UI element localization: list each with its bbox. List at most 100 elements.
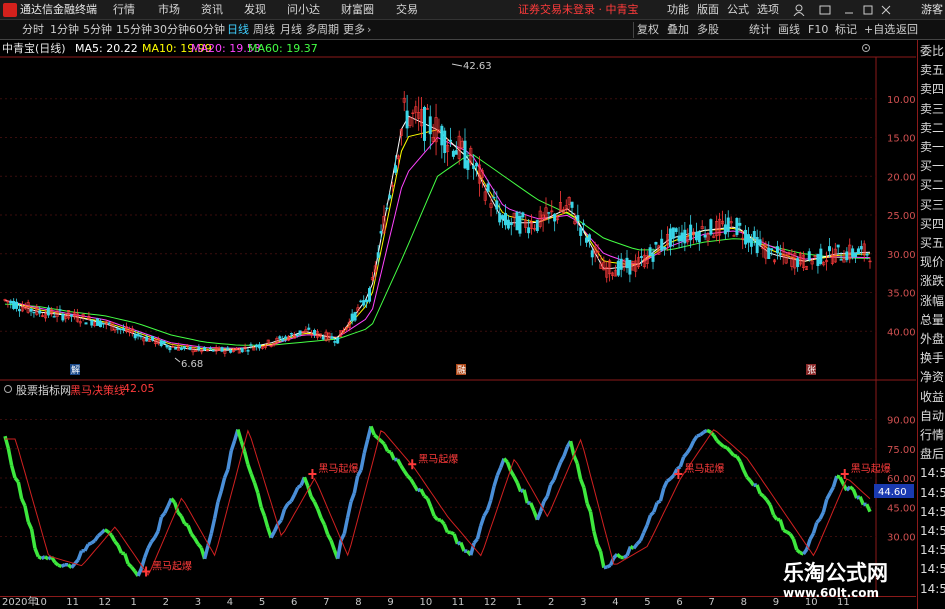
side-panel-item[interactable]: 买四 [920, 216, 944, 232]
menu-item-shichang[interactable]: 市场 [158, 3, 180, 17]
close-icon[interactable] [880, 4, 892, 16]
side-panel-item[interactable]: 14:50 [920, 581, 945, 597]
candle-body [443, 130, 447, 154]
period-30min[interactable]: 30分钟 [153, 23, 189, 37]
indicator-rise-segment [345, 501, 353, 518]
candle-body [405, 110, 409, 129]
back-button[interactable]: 返回 [896, 23, 918, 37]
side-panel-item[interactable]: 自动 [920, 408, 944, 424]
period-daily[interactable]: 日线 [227, 23, 249, 37]
period-monthly[interactable]: 月线 [280, 23, 302, 37]
side-panel-item[interactable]: 盘后 [920, 446, 944, 462]
indicator-fall-segment [848, 485, 855, 491]
side-panel-item[interactable]: 外盘 [920, 331, 944, 347]
indicator-rise-segment [666, 477, 672, 483]
side-panel-item[interactable]: 买五 [920, 235, 944, 251]
side-panel-item[interactable]: 买一 [920, 158, 944, 174]
login-status[interactable]: 证券交易未登录 · 中青宝 [518, 3, 639, 17]
indicator-fall-segment [865, 503, 872, 513]
side-panel-item[interactable]: 收益 [920, 389, 944, 405]
side-panel-item[interactable]: 现价 [920, 254, 944, 270]
marker-zhang[interactable]: 张 [807, 365, 816, 376]
indicator-fall-segment [738, 460, 746, 471]
side-panel-item[interactable]: 卖二 [920, 120, 944, 136]
side-panel-item[interactable]: 涨跌 [920, 273, 944, 289]
side-panel-item[interactable]: 14:50 [920, 542, 945, 558]
side-panel-item[interactable]: 卖三 [920, 101, 944, 117]
menu-item-gongshi[interactable]: 公式 [727, 3, 749, 17]
side-panel-item[interactable]: 委比 [920, 43, 944, 59]
menu-item-xuanxiang[interactable]: 选项 [757, 3, 779, 17]
date-tick-label: 5 [644, 597, 651, 608]
period-multi[interactable]: 多周期 [306, 23, 339, 37]
period-15min[interactable]: 15分钟 [116, 23, 152, 37]
date-tick-label: 12 [98, 597, 112, 608]
period-fenshi[interactable]: 分时 [22, 23, 44, 37]
indicator-fall-segment [450, 530, 455, 536]
menu-item-gongneng[interactable]: 功能 [667, 3, 689, 17]
side-panel-item[interactable]: 总量 [920, 312, 944, 328]
menu-item-faxian[interactable]: 发现 [244, 3, 266, 17]
watermark-title: 乐淘公式网 [783, 561, 888, 585]
fuquan-button[interactable]: 复权 [637, 23, 659, 37]
indicator-fall-segment [412, 484, 420, 492]
maximize-icon[interactable] [862, 4, 874, 16]
guest-label[interactable]: 游客 [921, 3, 943, 17]
side-panel-item[interactable]: 卖五 [920, 62, 944, 78]
candle-body [521, 212, 525, 218]
minimize-icon[interactable] [843, 4, 855, 16]
multi-stock-button[interactable]: 多股 [697, 23, 719, 37]
period-60min[interactable]: 60分钟 [189, 23, 225, 37]
marker-rong[interactable]: 融 [457, 365, 466, 376]
overlay-button[interactable]: 叠加 [667, 23, 689, 37]
draw-line-button[interactable]: 画线 [778, 23, 800, 37]
period-5min[interactable]: 5分钟 [83, 23, 112, 37]
side-panel-item[interactable]: 买三 [920, 197, 944, 213]
candle-body [738, 222, 742, 226]
period-1min[interactable]: 1分钟 [50, 23, 79, 37]
side-panel-item[interactable]: 买二 [920, 177, 944, 193]
side-panel-item[interactable]: 14:50 [920, 465, 945, 481]
mark-button[interactable]: 标记 [835, 23, 857, 37]
indicator-fall-segment [588, 511, 596, 532]
stats-button[interactable]: 统计 [749, 23, 771, 37]
side-panel-item[interactable]: 14:50 [920, 485, 945, 501]
indicator-rise-segment [146, 541, 153, 550]
side-panel-item[interactable]: 涨幅 [920, 293, 944, 309]
price-tick-label: 35.00 [887, 289, 916, 300]
marker-jie[interactable]: 解 [71, 364, 80, 376]
price-tick-label: 40.00 [887, 327, 916, 338]
side-panel-item[interactable]: 净资 [920, 369, 944, 385]
settings-gear-icon[interactable] [861, 43, 871, 53]
menu-item-hangqing[interactable]: 行情 [113, 3, 135, 17]
side-panel-item[interactable]: 换手 [920, 350, 944, 366]
indicator-settings-icon[interactable] [3, 384, 13, 394]
more-chevron-icon[interactable]: › [367, 23, 371, 37]
candle-body [159, 340, 163, 347]
period-weekly[interactable]: 周线 [253, 23, 275, 37]
candlestick-group [3, 91, 872, 357]
indicator-rise-segment [73, 558, 80, 565]
candle-body [15, 301, 19, 309]
user-icon[interactable] [793, 4, 805, 16]
side-panel-item[interactable]: 卖一 [920, 139, 944, 155]
candle-body [350, 313, 354, 322]
side-panel-item[interactable]: 14:50 [920, 523, 945, 539]
candle-body [674, 228, 678, 232]
menu-item-banmian[interactable]: 版面 [697, 3, 719, 17]
period-more[interactable]: 更多 [343, 23, 365, 37]
side-panel-item[interactable]: 14:50 [920, 504, 945, 520]
add-watchlist-button[interactable]: +自选 [864, 23, 895, 37]
chart-canvas[interactable]: 40.00 35.00 30.00 25.00 20.00 15.00 10.00 90.0… [0, 40, 917, 596]
menu-item-caifuquan[interactable]: 财富圈 [341, 3, 374, 17]
indicator-name[interactable]: 黑马决策线 [70, 382, 125, 398]
f10-button[interactable]: F10 [808, 23, 828, 37]
window-icon[interactable] [819, 4, 831, 16]
side-panel-item[interactable]: 行情 [920, 427, 944, 443]
menu-item-jiaoyi[interactable]: 交易 [396, 3, 418, 17]
side-panel-item[interactable]: 14:50 [920, 561, 945, 577]
menu-item-wenxiaoda[interactable]: 问小达 [287, 3, 320, 17]
menu-item-zixun[interactable]: 资讯 [201, 3, 223, 17]
side-panel-item[interactable]: 卖四 [920, 81, 944, 97]
candle-body [229, 349, 233, 353]
